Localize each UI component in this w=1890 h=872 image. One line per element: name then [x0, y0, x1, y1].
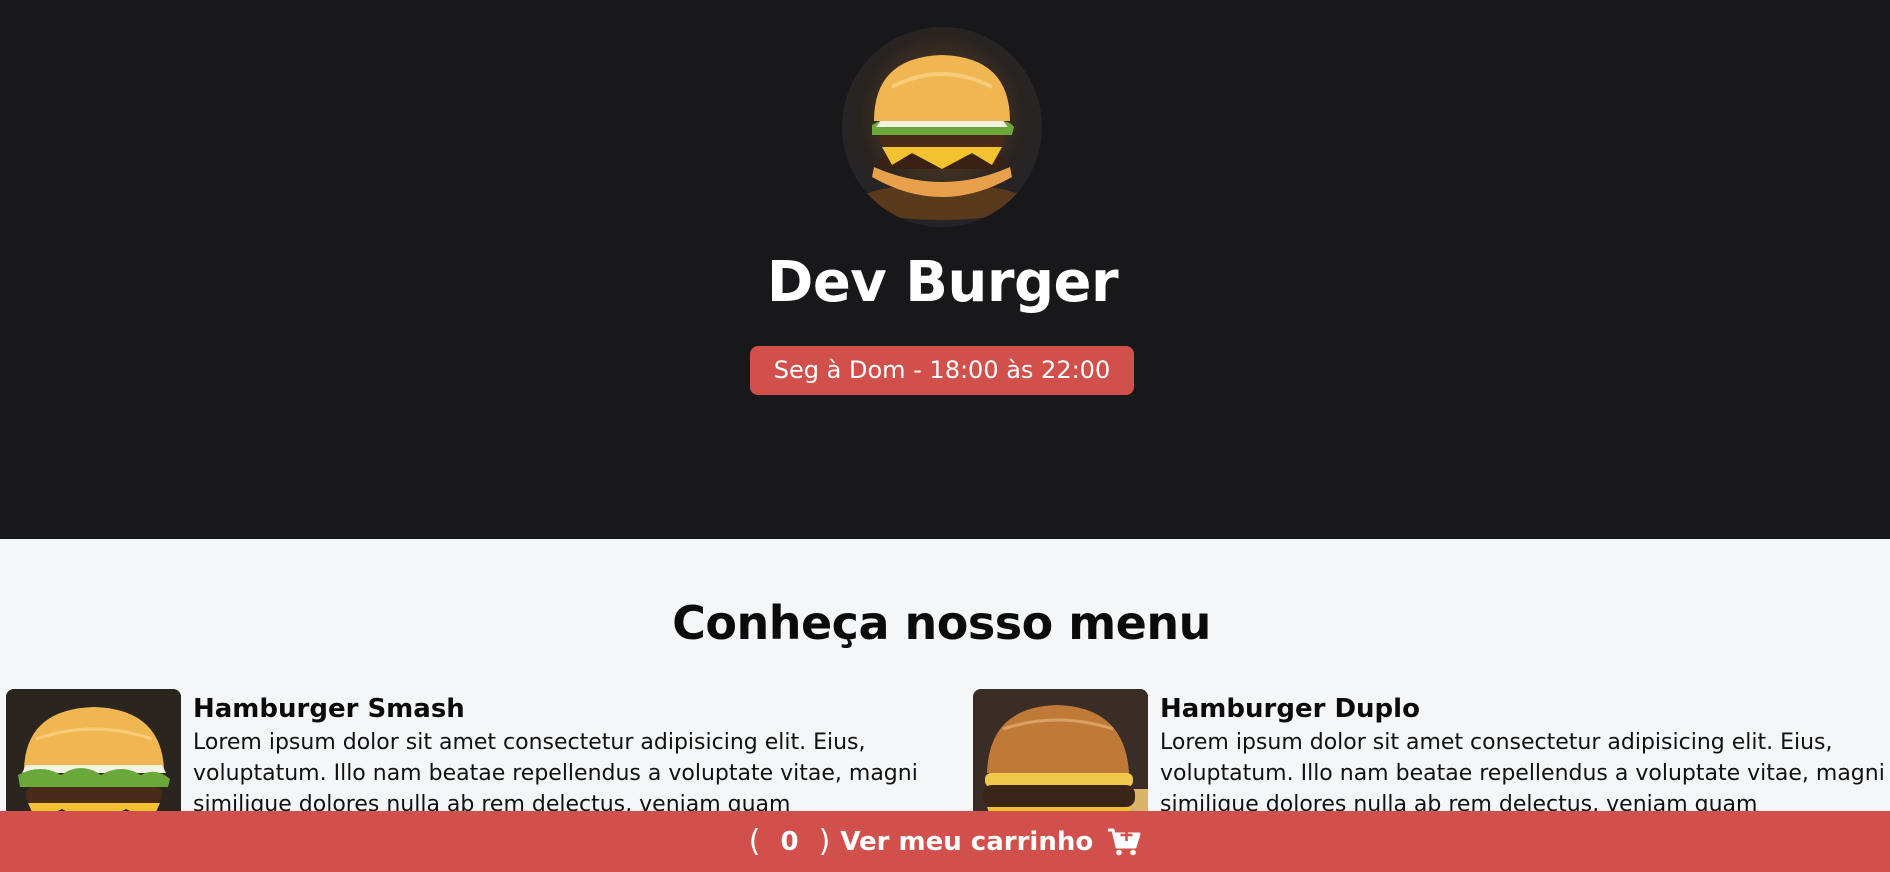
- view-cart-button[interactable]: ( 0 ) Ver meu carrinho: [0, 811, 1890, 872]
- cart-count: 0: [780, 826, 799, 857]
- cart-close-paren: ): [818, 824, 831, 859]
- product-name: Hamburger Smash: [193, 694, 465, 724]
- cart-open-paren: (: [748, 824, 761, 859]
- restaurant-title: Dev Burger: [766, 250, 1119, 315]
- cart-plus-icon: [1107, 827, 1141, 857]
- opening-hours-badge: Seg à Dom - 18:00 às 22:00: [750, 346, 1134, 395]
- menu-heading: Conheça nosso menu: [672, 596, 1211, 650]
- product-description: Lorem ipsum dolor sit amet consectetur a…: [193, 730, 918, 817]
- burger-logo-image: [842, 27, 1042, 227]
- cart-label: Ver meu carrinho: [840, 826, 1094, 857]
- product-description: Lorem ipsum dolor sit amet consectetur a…: [1160, 730, 1885, 817]
- hero-header: Dev Burger Seg à Dom - 18:00 às 22:00: [0, 0, 1890, 539]
- product-name: Hamburger Duplo: [1160, 694, 1420, 724]
